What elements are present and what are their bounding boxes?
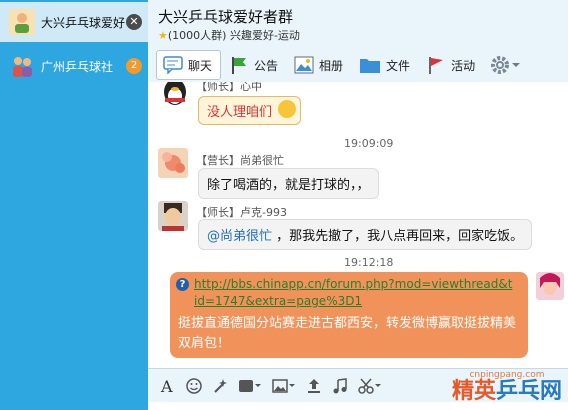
tab-activity[interactable]: 活动 <box>420 50 483 80</box>
image-icon <box>272 379 295 393</box>
message-list[interactable]: 【师长】心中 没人理咱们 19:09:09 【营长】尚弟很忙 除了喝酒的，就是打… <box>148 82 568 368</box>
photo-icon <box>294 56 314 74</box>
star-icon: ★ <box>158 29 168 42</box>
message-bubble: @尚弟很忙 ，那我先撤了，我八点再回来，回家吃饭。 <box>198 219 533 250</box>
sticker-icon <box>239 380 261 392</box>
activity-flag-icon <box>429 57 444 74</box>
magic-button[interactable] <box>212 378 228 394</box>
chat-item-label: 大兴乒乓球爱好者群 <box>41 15 125 30</box>
qq-penguin-avatar <box>160 82 190 106</box>
message-text: 没人理咱们 <box>207 105 273 120</box>
tab-chat[interactable]: 聊天 <box>156 50 222 80</box>
tab-label: 活动 <box>451 58 476 73</box>
screenshot-button[interactable] <box>358 378 382 394</box>
character-avatar <box>158 201 188 231</box>
tab-notice[interactable]: 公告 <box>223 50 286 80</box>
mention-link[interactable]: @尚弟很忙 <box>207 229 272 244</box>
sender-name: 【营长】尚弟很忙 <box>196 154 284 167</box>
message-text: 挺拔直通德国分站赛走进古都西安，转发微博赢取挺拔精美双肩包！ <box>178 316 517 351</box>
gear-icon <box>491 56 510 74</box>
upload-icon <box>308 379 320 393</box>
message-text: ，那我先撤了，我八点再回来，回家吃饭。 <box>276 229 524 244</box>
sender-name: 【师长】卢克-993 <box>196 206 287 219</box>
message-bubble-orange: ? http://bbs.chinapp.cn/forum.php?mod=vi… <box>170 272 528 358</box>
music-button[interactable] <box>332 378 348 394</box>
help-icon: ? <box>176 278 189 291</box>
watermark-brand: 精英乒乓网 <box>452 380 562 404</box>
chevron-down-icon <box>512 63 521 67</box>
chat-item-daxing[interactable]: 大兴乒乓球爱好者群 ✕ <box>0 2 148 42</box>
self-avatar <box>536 272 564 300</box>
scissors-icon <box>358 378 381 394</box>
font-button[interactable]: A <box>160 378 176 394</box>
message-bubble: 除了喝酒的，就是打球的，， <box>198 168 379 199</box>
chat-item-guangzhou[interactable]: 广州乒乓球社 2 <box>0 46 148 86</box>
upload-button[interactable] <box>306 378 322 394</box>
timestamp: 19:12:18 <box>344 256 394 269</box>
chat-item-label: 广州乒乓球社 <box>41 59 114 74</box>
tab-bar: 聊天 公告 相册 文件 活动 <box>156 48 521 82</box>
sender-name: 【师长】心中 <box>196 82 262 93</box>
watermark-brand-b: 乒乓网 <box>495 379 562 404</box>
watermark-brand-a: 精英 <box>451 379 496 404</box>
flower-avatar <box>158 148 188 178</box>
chat-list-sidebar: 大兴乒乓球爱好者群 ✕ 广州乒乓球社 2 <box>0 0 148 410</box>
page-title: 大兴乒乓球爱好者群 <box>158 8 294 26</box>
message-link[interactable]: http://bbs.chinapp.cn/forum.php?mod=view… <box>194 276 514 310</box>
font-icon: A <box>160 378 173 394</box>
chat-window: 大兴乒乓球爱好者群 ★(1000人群) 兴趣爱好-运动 聊天 公告 相册 文件 … <box>148 0 568 410</box>
svg-text:A: A <box>160 378 173 394</box>
flag-icon <box>232 57 247 74</box>
music-icon <box>333 378 347 394</box>
folder-icon <box>360 59 381 73</box>
smile-icon <box>186 378 202 394</box>
emoji-icon <box>278 100 297 118</box>
group-avatar <box>9 53 35 79</box>
timestamp: 19:09:09 <box>344 137 394 150</box>
tab-label: 文件 <box>386 58 411 73</box>
group-subtitle: ★(1000人群) 兴趣爱好-运动 <box>158 27 300 43</box>
close-icon[interactable]: ✕ <box>126 14 142 30</box>
tab-label: 相册 <box>319 58 344 73</box>
chat-icon <box>163 56 183 74</box>
tab-label: 聊天 <box>188 58 213 73</box>
magic-wand-icon <box>214 379 227 393</box>
emoji-button[interactable] <box>186 378 202 394</box>
sticker-button[interactable] <box>238 378 262 394</box>
group-avatar <box>9 9 35 35</box>
tab-label: 公告 <box>254 58 279 73</box>
watermark: cnpingpang.com 精英乒乓网 <box>452 370 562 404</box>
unread-badge: 2 <box>126 58 142 74</box>
group-info: (1000人群) 兴趣爱好-运动 <box>167 29 300 42</box>
settings-menu[interactable] <box>485 54 521 76</box>
tab-album[interactable]: 相册 <box>288 50 351 80</box>
message-bubble: 没人理咱们 <box>198 96 302 125</box>
image-button[interactable] <box>272 378 296 394</box>
message-text: 除了喝酒的，就是打球的，， <box>207 178 370 193</box>
tab-files[interactable]: 文件 <box>353 50 418 80</box>
